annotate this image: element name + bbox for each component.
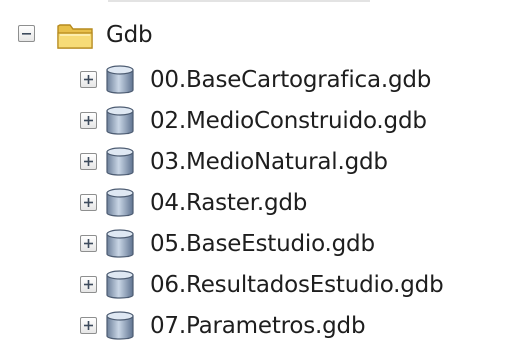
database-icon — [103, 64, 137, 96]
database-icon — [103, 228, 137, 260]
tree-node-label: 05.BaseEstudio.gdb — [150, 231, 375, 257]
tree-node-gdb-item[interactable]: 07.Parametros.gdb — [0, 306, 505, 346]
tree-node-label: 02.MedioConstruido.gdb — [150, 108, 427, 134]
expand-toggle-icon[interactable] — [80, 112, 97, 129]
catalog-tree: Gdb 00.BaseCartografica.gdb 02.MedioCons… — [0, 0, 505, 352]
folder-icon — [56, 21, 94, 51]
tree-node-gdb-item[interactable]: 03.MedioNatural.gdb — [0, 142, 505, 182]
tree-node-gdb[interactable]: Gdb — [0, 16, 240, 56]
expand-toggle-icon[interactable] — [80, 276, 97, 293]
expand-toggle-icon[interactable] — [80, 235, 97, 252]
expand-toggle-icon[interactable] — [80, 317, 97, 334]
tree-node-label: 03.MedioNatural.gdb — [150, 149, 388, 175]
tree-node-label: 07.Parametros.gdb — [150, 313, 366, 339]
database-icon — [103, 187, 137, 219]
database-icon — [103, 269, 137, 301]
database-icon — [103, 105, 137, 137]
tree-node-gdb-item[interactable]: 04.Raster.gdb — [0, 183, 505, 223]
tree-node-gdb-item[interactable]: 00.BaseCartografica.gdb — [0, 60, 505, 100]
expand-toggle-icon[interactable] — [80, 153, 97, 170]
tree-node-gdb-item[interactable]: 06.ResultadosEstudio.gdb — [0, 265, 505, 305]
database-icon — [103, 146, 137, 178]
collapse-toggle-icon[interactable] — [18, 25, 35, 42]
tree-node-label: 00.BaseCartografica.gdb — [150, 67, 432, 93]
tree-node-gdb-item[interactable]: 02.MedioConstruido.gdb — [0, 101, 505, 141]
database-icon — [103, 310, 137, 342]
tree-node-label: Gdb — [106, 22, 153, 48]
expand-toggle-icon[interactable] — [80, 194, 97, 211]
tree-node-label: 06.ResultadosEstudio.gdb — [150, 272, 444, 298]
tree-node-label: 04.Raster.gdb — [150, 190, 308, 216]
tree-node-gdb-item[interactable]: 05.BaseEstudio.gdb — [0, 224, 505, 264]
expand-toggle-icon[interactable] — [80, 71, 97, 88]
